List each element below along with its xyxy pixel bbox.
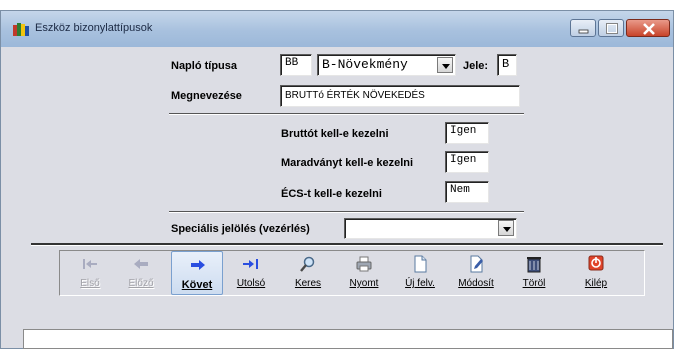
first-icon [83,259,97,269]
brutto-label: Bruttót kell-e kezelni [281,128,389,140]
naplo-dropdown-button[interactable] [437,57,453,73]
divider [169,211,524,213]
books-icon [13,23,29,36]
edit-label: Módosít [458,278,494,289]
edit-icon [470,255,483,273]
previous-button[interactable]: Előző [117,251,165,295]
first-label: Első [80,278,100,289]
print-icon [356,256,372,272]
edit-button[interactable]: Módosít [452,251,500,295]
divider [31,243,663,246]
new-record-button[interactable]: Új felv. [396,251,444,295]
last-button[interactable]: Utolsó [227,251,275,295]
chevron-down-icon [442,64,450,69]
naplo-code-field[interactable]: BB [280,54,312,76]
naplo-type-select[interactable]: B-Növekmény [317,54,456,76]
exit-button[interactable]: Kilép [572,251,620,295]
search-label: Keres [294,278,322,289]
delete-icon [527,257,541,273]
minimize-icon [578,29,589,34]
exit-label: Kilép [584,278,608,289]
search-button[interactable]: Keres [284,251,332,295]
status-bar [23,329,673,349]
delete-button[interactable]: Töröl [510,251,558,295]
megnevezese-label: Megnevezése [171,90,242,102]
next-button[interactable]: Követ [171,251,223,295]
new-record-label: Új felv. [405,278,435,289]
previous-icon [134,259,148,269]
brutto-field[interactable]: Igen [445,122,489,144]
specialis-dropdown-button[interactable] [498,220,514,236]
search-icon [300,256,315,272]
specialis-label: Speciális jelölés (vezérlés) [171,223,310,235]
jele-field[interactable]: B [497,54,517,76]
main-window: Eszköz bizonylattípusok Napló típusa BB … [0,10,674,349]
next-label: Követ [181,279,213,291]
ecs-label: ÉCS-t kell-e kezelni [281,188,382,200]
maximize-icon [606,23,618,34]
last-label: Utolsó [236,278,266,289]
last-icon [243,259,258,269]
close-icon [643,23,655,35]
naplo-tipusa-label: Napló típusa [171,60,238,72]
divider [169,113,524,115]
window-title: Eszköz bizonylattípusok [35,22,153,34]
title-bar[interactable]: Eszköz bizonylattípusok [1,11,673,47]
megnevezese-field[interactable]: BRUTTó ÉRTÉK NÖVEKEDÉS [280,85,520,107]
specialis-select[interactable] [344,218,517,239]
ecs-field[interactable]: Nem [445,181,489,203]
print-button[interactable]: Nyomt [340,251,388,295]
jele-label: Jele: [463,60,489,72]
print-label: Nyomt [349,278,379,289]
minimize-button[interactable] [570,19,596,37]
delete-label: Töröl [522,278,546,289]
close-button[interactable] [626,19,670,37]
next-icon [191,260,205,270]
previous-label: Előző [128,278,154,289]
exit-icon [588,255,604,271]
new-document-icon [414,255,427,273]
chevron-down-icon [503,227,511,232]
first-button[interactable]: Első [66,251,114,295]
maradvany-field[interactable]: Igen [445,151,489,173]
maximize-button[interactable] [598,19,624,37]
maradvany-label: Maradványt kell-e kezelni [281,157,414,169]
navigation-toolbar: Első Előző Követ Utolsó Keres Nyomt Új f… [59,250,645,296]
